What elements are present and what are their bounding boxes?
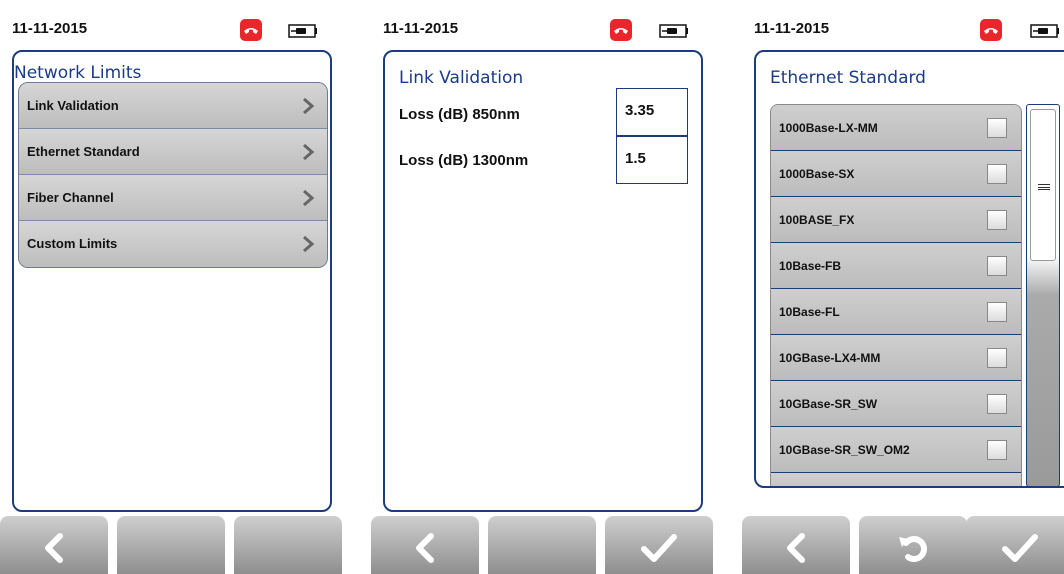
standard-checkbox[interactable] bbox=[987, 210, 1007, 230]
menu-item-label: Fiber Channel bbox=[27, 190, 114, 205]
list-item[interactable]: 1000Base-SX bbox=[771, 151, 1021, 197]
scrollbar-thumb[interactable] bbox=[1030, 109, 1056, 261]
checkmark-icon bbox=[1002, 534, 1038, 562]
phone-hangup-icon[interactable] bbox=[610, 19, 632, 41]
ethernet-standard-panel: Ethernet Standard 1000Base-LX-MM 1000Bas… bbox=[754, 50, 1064, 488]
battery-plug-icon bbox=[659, 24, 689, 38]
standard-checkbox[interactable] bbox=[987, 394, 1007, 414]
status-date: 11-11-2015 bbox=[754, 20, 830, 37]
standard-checkbox[interactable] bbox=[987, 164, 1007, 184]
chevron-left-icon bbox=[787, 533, 805, 563]
menu-item-ethernet-standard[interactable]: Ethernet Standard bbox=[19, 129, 327, 175]
status-bar: 11-11-2015 bbox=[371, 0, 713, 48]
standard-checkbox[interactable] bbox=[987, 302, 1007, 322]
page-title: Network Limits bbox=[14, 63, 142, 83]
list-item[interactable]: 10Base-FB bbox=[771, 243, 1021, 289]
softkey-bar bbox=[371, 512, 713, 574]
list-item[interactable]: 10GBase-LX4-MM bbox=[771, 335, 1021, 381]
standard-label: 1000Base-LX-MM bbox=[779, 121, 878, 135]
softkey-bar bbox=[742, 512, 1064, 574]
battery-plug-icon bbox=[1030, 24, 1060, 38]
menu-item-custom-limits[interactable]: Custom Limits bbox=[19, 221, 327, 267]
menu-item-label: Link Validation bbox=[27, 98, 119, 113]
chevron-right-icon bbox=[303, 143, 315, 161]
softkey-2-button[interactable] bbox=[117, 516, 225, 574]
confirm-button[interactable] bbox=[605, 516, 713, 574]
phone-hangup-icon[interactable] bbox=[980, 19, 1002, 41]
network-limits-menu: Link Validation Ethernet Standard Fiber … bbox=[18, 82, 328, 268]
standard-checkbox[interactable] bbox=[987, 256, 1007, 276]
standard-checkbox[interactable] bbox=[987, 348, 1007, 368]
softkey-2-button[interactable] bbox=[488, 516, 596, 574]
standard-label: 100BASE_FX bbox=[779, 213, 855, 227]
grip-icon bbox=[1038, 184, 1050, 190]
page-title: Link Validation bbox=[399, 68, 524, 88]
softkey-bar bbox=[0, 512, 342, 574]
standard-label: 1000Base-SX bbox=[779, 167, 855, 181]
list-item[interactable]: 10GBase-SR_SW_OM2 bbox=[771, 427, 1021, 473]
loss-850-label: Loss (dB) 850nm bbox=[399, 106, 520, 123]
checkmark-icon bbox=[641, 534, 677, 562]
back-button[interactable] bbox=[371, 516, 479, 574]
list-item[interactable]: 1000Base-LX-MM bbox=[771, 105, 1021, 151]
status-bar: 11-11-2015 bbox=[0, 0, 342, 48]
link-validation-panel: Link Validation Loss (dB) 850nm 3.35 Los… bbox=[383, 50, 703, 512]
reset-button[interactable] bbox=[859, 516, 967, 574]
standard-label: 10Base-FB bbox=[779, 259, 842, 273]
chevron-right-icon bbox=[303, 97, 315, 115]
loss-850-value: 3.35 bbox=[625, 102, 655, 119]
status-date: 11-11-2015 bbox=[12, 20, 88, 37]
network-limits-panel: Network Limits Link Validation Ethernet … bbox=[12, 50, 332, 512]
back-button[interactable] bbox=[0, 516, 108, 574]
page-title: Ethernet Standard bbox=[770, 68, 926, 88]
list-item[interactable]: 100BASE_FX bbox=[771, 197, 1021, 243]
status-bar: 11-11-2015 bbox=[742, 0, 1064, 48]
menu-item-label: Custom Limits bbox=[27, 236, 118, 251]
back-button[interactable] bbox=[742, 516, 850, 574]
ethernet-standard-screen: 11-11-2015 Ethernet Standard 1000Base-LX… bbox=[742, 0, 1064, 574]
list-item[interactable]: 10GBase-SR_SW bbox=[771, 381, 1021, 427]
status-date: 11-11-2015 bbox=[383, 20, 459, 37]
standard-checkbox[interactable] bbox=[987, 118, 1007, 138]
menu-item-fiber-channel[interactable]: Fiber Channel bbox=[19, 175, 327, 221]
undo-icon bbox=[899, 536, 927, 562]
standard-label: 10GBase-LX4-MM bbox=[779, 351, 881, 365]
chevron-right-icon bbox=[303, 189, 315, 207]
ethernet-standard-list: 1000Base-LX-MM 1000Base-SX 100BASE_FX 10… bbox=[770, 104, 1022, 486]
standard-label: 10Base-FL bbox=[779, 305, 840, 319]
chevron-right-icon bbox=[303, 235, 315, 253]
loss-1300-label: Loss (dB) 1300nm bbox=[399, 152, 529, 169]
standard-label: 10GBase-SR_SW bbox=[779, 397, 878, 411]
list-scrollbar[interactable] bbox=[1026, 104, 1060, 486]
network-limits-screen: 11-11-2015 Network Limits Link Validatio… bbox=[0, 0, 342, 574]
menu-item-label: Ethernet Standard bbox=[27, 144, 140, 159]
list-item[interactable] bbox=[771, 473, 1021, 486]
softkey-3-button[interactable] bbox=[234, 516, 342, 574]
confirm-button[interactable] bbox=[966, 516, 1064, 574]
loss-1300-value: 1.5 bbox=[625, 150, 646, 167]
standard-label: 10GBase-SR_SW_OM2 bbox=[779, 443, 910, 457]
loss-850-input[interactable]: 3.35 bbox=[616, 88, 688, 136]
battery-plug-icon bbox=[288, 24, 318, 38]
chevron-left-icon bbox=[45, 533, 63, 563]
list-item[interactable]: 10Base-FL bbox=[771, 289, 1021, 335]
menu-item-link-validation[interactable]: Link Validation bbox=[19, 83, 327, 129]
standard-checkbox[interactable] bbox=[987, 440, 1007, 460]
phone-hangup-icon[interactable] bbox=[240, 19, 262, 41]
chevron-left-icon bbox=[416, 533, 434, 563]
loss-1300-input[interactable]: 1.5 bbox=[616, 136, 688, 184]
link-validation-screen: 11-11-2015 Link Validation Loss (dB) 850… bbox=[371, 0, 713, 574]
